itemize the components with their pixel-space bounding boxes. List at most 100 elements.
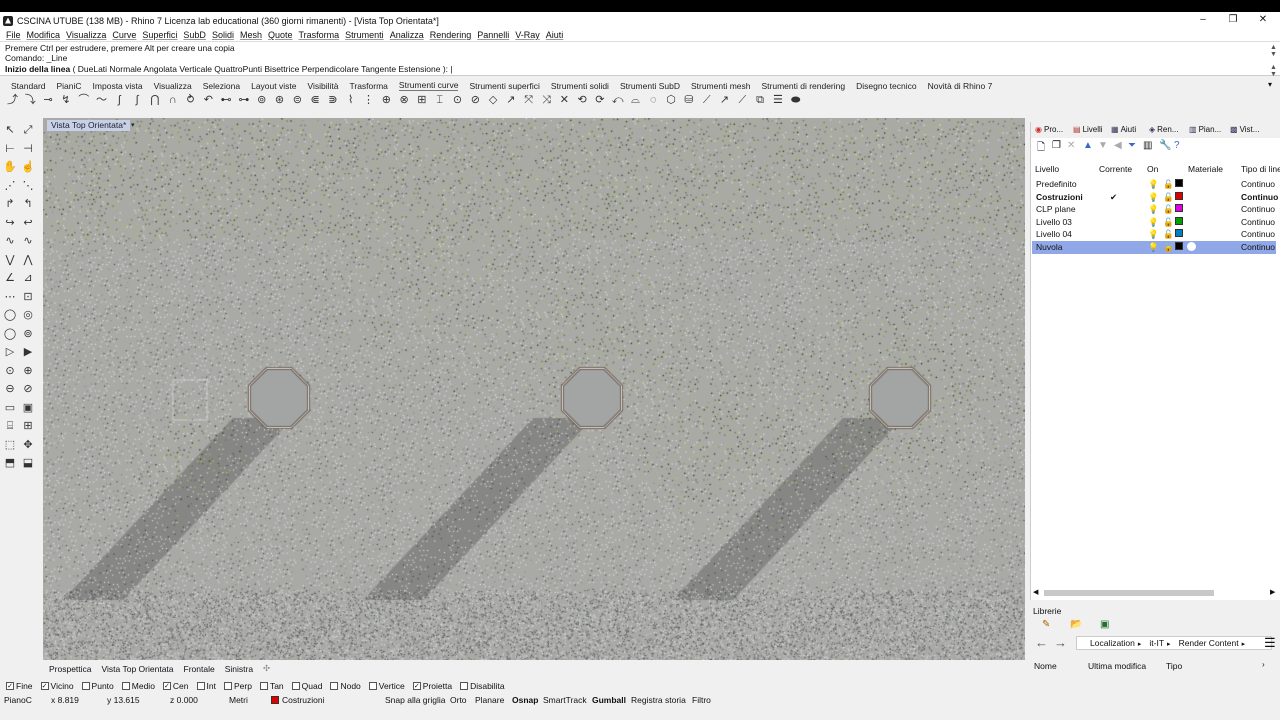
pan-icon[interactable]: ✋: [2, 159, 18, 175]
angle-icon[interactable]: ∠: [2, 270, 18, 286]
panel-tab-2[interactable]: ▦ Aiuti: [1111, 125, 1136, 134]
polygon-tool-icon[interactable]: ⬡: [664, 93, 679, 108]
freeform-2-icon[interactable]: ∿: [20, 233, 36, 249]
rotate-tool-icon[interactable]: ⥁: [183, 93, 198, 108]
osnap-vertice[interactable]: Vertice: [363, 681, 405, 691]
grid-tool-icon[interactable]: ⊞: [414, 93, 429, 108]
tab-strumenti-di-rendering[interactable]: Strumenti di rendering: [761, 81, 845, 91]
back-icon[interactable]: ←: [1035, 635, 1048, 650]
line-2-tool-icon[interactable]: ⟋: [699, 93, 714, 108]
status-plane[interactable]: PianoC: [4, 695, 32, 705]
menu-trasforma[interactable]: Trasforma: [299, 30, 340, 40]
scroll-thumb[interactable]: [1044, 590, 1214, 596]
lock-icon[interactable]: 🔓: [1163, 204, 1174, 215]
toggle-registra-storia[interactable]: Registra storia: [631, 695, 686, 705]
polyline-tool-icon[interactable]: ↯: [58, 93, 73, 108]
folder-icon[interactable]: 📂: [1070, 619, 1082, 630]
bulb-icon[interactable]: 💡: [1148, 192, 1159, 203]
tools-icon[interactable]: 🔧: [1159, 140, 1171, 151]
col-corrente[interactable]: Corrente: [1099, 164, 1132, 174]
lock-icon[interactable]: 🔓: [1163, 229, 1174, 240]
layer-name[interactable]: Predefinito: [1036, 179, 1077, 189]
osnap-checkbox[interactable]: [121, 681, 130, 690]
rotate-left-tool-icon[interactable]: ⟲: [575, 93, 590, 108]
menu-aiuti[interactable]: Aiuti: [546, 30, 564, 40]
help-icon[interactable]: ?: [1174, 140, 1180, 151]
layer-color-swatch[interactable]: [1175, 242, 1183, 250]
osnap-checkbox[interactable]: [162, 681, 171, 690]
layer-name[interactable]: Costruzioni: [1036, 192, 1083, 202]
copy-icon[interactable]: ⊣: [20, 141, 36, 157]
layer-row[interactable]: Predefinito 💡 🔓 Continuo: [1032, 178, 1276, 191]
blend-tool-icon[interactable]: ⤺: [610, 93, 625, 108]
panel-tab-0[interactable]: ◉ Pro...: [1035, 125, 1063, 134]
polyline-icon[interactable]: ↱: [2, 196, 18, 212]
new-sublayer-icon[interactable]: ❐: [1052, 140, 1061, 151]
toggle-orto[interactable]: Orto: [450, 695, 467, 705]
layer-current[interactable]: ✔: [1110, 192, 1117, 203]
lib-sort-icon[interactable]: ›: [1262, 660, 1265, 669]
panel-tab-3[interactable]: ◈ Ren...: [1149, 125, 1179, 134]
frame-icon[interactable]: ⬚: [2, 437, 18, 453]
command-area[interactable]: Premere Ctrl per estrudere, premere Alt …: [0, 41, 1280, 78]
lock-icon[interactable]: 🔓: [1163, 217, 1174, 228]
layer-color-swatch[interactable]: [1175, 191, 1183, 200]
library-icon[interactable]: ▣: [1100, 619, 1109, 630]
layer-states-icon[interactable]: ▥: [1143, 140, 1152, 151]
gumball-icon[interactable]: ☝: [20, 159, 36, 175]
panel-tab-5[interactable]: ▩ Vist...: [1230, 125, 1259, 134]
grid-icon[interactable]: ⊡: [20, 289, 36, 305]
tab-standard[interactable]: Standard: [11, 81, 46, 91]
menu-rendering[interactable]: Rendering: [430, 30, 472, 40]
breadcrumb-item[interactable]: it-IT: [1149, 638, 1164, 648]
bulb-icon[interactable]: 💡: [1148, 204, 1159, 215]
points-icon[interactable]: ⋰: [2, 178, 18, 194]
osnap-disabilita[interactable]: Disabilita: [454, 681, 505, 691]
panel-horizontal-scrollbar[interactable]: ◀ ▶: [1030, 588, 1280, 598]
layer-row[interactable]: Livello 04 💡 🔓 Continuo: [1032, 228, 1276, 241]
osnap-fine[interactable]: Fine: [0, 681, 33, 691]
curve-icon[interactable]: ↪: [2, 215, 18, 231]
trim-tool-icon[interactable]: ⋐: [308, 93, 323, 108]
interp-curve-tool-icon[interactable]: 〜: [94, 93, 109, 108]
layer-linetype[interactable]: Continuo: [1241, 179, 1275, 189]
join-tool-icon[interactable]: ⊗: [397, 93, 412, 108]
layer-color-swatch[interactable]: [1175, 204, 1183, 213]
layer-row[interactable]: Nuvola 💡 🔓 Continuo: [1032, 241, 1276, 254]
toggle-osnap[interactable]: Osnap: [512, 695, 538, 705]
minimize-button[interactable]: –: [1186, 12, 1220, 29]
rect-skew-tool-icon[interactable]: ⊘: [468, 93, 483, 108]
freeform-icon[interactable]: ∿: [2, 233, 18, 249]
arc-tool-icon[interactable]: ⤴: [5, 93, 20, 108]
list-tool-icon[interactable]: ☰: [770, 93, 785, 108]
rect-icon[interactable]: ▭: [2, 400, 18, 416]
panel-tab-4[interactable]: ▥ Pian...: [1189, 125, 1221, 134]
status-layer[interactable]: Costruzioni: [282, 695, 325, 705]
points-2-icon[interactable]: ⋱: [20, 178, 36, 194]
layer-row[interactable]: Livello 03 💡 🔓 Continuo: [1032, 216, 1276, 229]
minus-icon[interactable]: ⊖: [2, 381, 18, 397]
menu-superfici[interactable]: Superfici: [142, 30, 177, 40]
arrow-icon[interactable]: ▷: [2, 344, 18, 360]
lib-col-ultima-modifica[interactable]: Ultima modifica: [1088, 661, 1146, 671]
bulb-icon[interactable]: 💡: [1148, 242, 1159, 253]
osnap-checkbox[interactable]: [460, 681, 469, 690]
breadcrumb-item[interactable]: Render Content: [1179, 638, 1239, 648]
extend-tool-icon[interactable]: ⌇: [343, 93, 358, 108]
circle-3-tool-icon[interactable]: ⊜: [290, 93, 305, 108]
menu-v-ray[interactable]: V-Ray: [515, 30, 540, 40]
menu-strumenti[interactable]: Strumenti: [345, 30, 384, 40]
circle-tool-tool-icon[interactable]: ⊚: [254, 93, 269, 108]
osnap-checkbox[interactable]: [259, 681, 268, 690]
spiral-tool-icon[interactable]: ʃ: [112, 93, 127, 108]
osnap-checkbox[interactable]: [368, 681, 377, 690]
toggle-snap-alla-griglia[interactable]: Snap alla griglia: [385, 695, 445, 705]
tab-strumenti-superfici[interactable]: Strumenti superfici: [469, 81, 539, 91]
layer-linetype[interactable]: Continuo: [1241, 229, 1275, 239]
filter-icon[interactable]: ⏷: [1128, 140, 1136, 151]
material-icon[interactable]: [1187, 242, 1196, 251]
cross-icon[interactable]: ✥: [20, 437, 36, 453]
box-tool-icon[interactable]: ⧉: [753, 93, 768, 108]
ellipse-icon[interactable]: ◯: [2, 326, 18, 342]
layer-linetype[interactable]: Continuo: [1241, 242, 1275, 252]
